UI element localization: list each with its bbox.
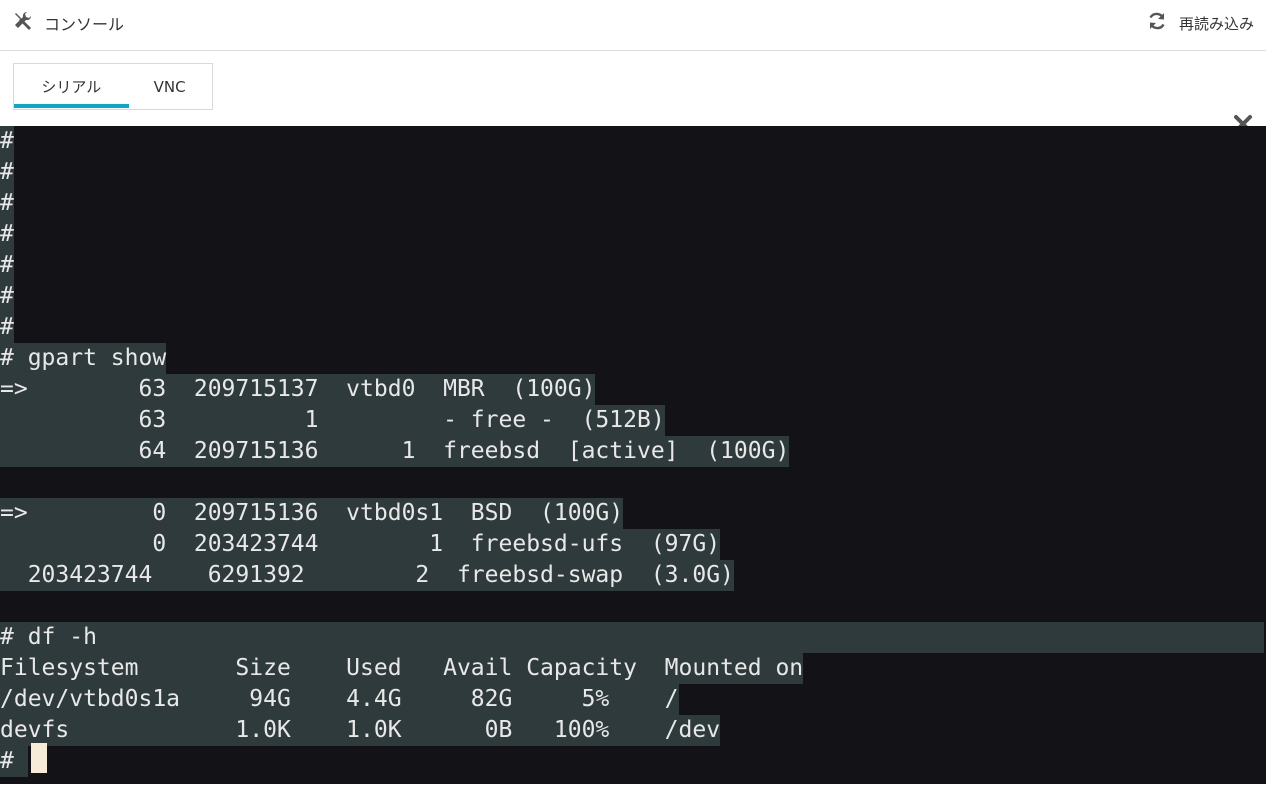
terminal-line: #	[0, 312, 14, 343]
terminal-prompt-line: #	[0, 746, 28, 777]
terminal-line: #	[0, 126, 14, 157]
terminal-line: #	[0, 157, 14, 188]
page-title: コンソール	[44, 15, 125, 34]
console-tabs: シリアル VNC	[13, 63, 213, 110]
console-header: コンソール 再読み込み	[0, 0, 1266, 51]
tab-bar: シリアル VNC	[0, 51, 1266, 133]
terminal-line: #	[0, 281, 14, 312]
terminal-line: #	[0, 219, 14, 250]
terminal-line: # gpart show	[0, 343, 167, 374]
refresh-icon	[1147, 11, 1167, 35]
terminal-line: 203423744 6291392 2 freebsd-swap (3.0G)	[0, 560, 734, 591]
terminal-line: => 63 209715137 vtbd0 MBR (100G)	[0, 374, 596, 405]
terminal-cursor	[31, 743, 47, 773]
terminal-line: => 0 209715136 vtbd0s1 BSD (100G)	[0, 498, 624, 529]
serial-console-terminal[interactable]: # # # # # # # # gpart show => 63 2097151…	[0, 126, 1266, 784]
terminal-line: devfs 1.0K 1.0K 0B 100% /dev	[0, 715, 721, 746]
reload-button[interactable]: 再読み込み	[1147, 11, 1254, 35]
console-title: コンソール	[12, 10, 124, 36]
terminal-line: /dev/vtbd0s1a 94G 4.4G 82G 5% /	[0, 684, 679, 715]
terminal-line: Filesystem Size Used Avail Capacity Moun…	[0, 653, 804, 684]
terminal-line: 63 1 - free - (512B)	[0, 405, 665, 436]
tab-vnc[interactable]: VNC	[129, 64, 212, 109]
tools-icon	[12, 10, 34, 36]
terminal-line: #	[0, 250, 14, 281]
terminal-line: 64 209715136 1 freebsd [active] (100G)	[0, 436, 790, 467]
terminal-line: # df -h	[0, 622, 1264, 653]
terminal-line: 0 203423744 1 freebsd-ufs (97G)	[0, 529, 721, 560]
reload-label: 再読み込み	[1178, 14, 1254, 33]
terminal-line: #	[0, 188, 14, 219]
tab-serial[interactable]: シリアル	[14, 64, 129, 109]
